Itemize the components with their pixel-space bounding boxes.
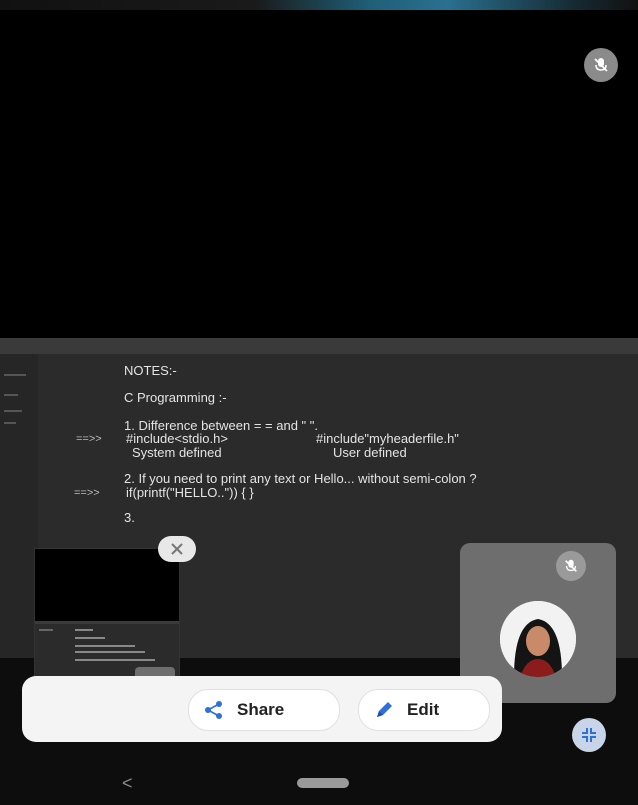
- notes-question-2: 2. If you need to print any text or Hell…: [124, 471, 477, 486]
- notes-answer-2: if(printf("HELLO..")) { }: [126, 485, 254, 500]
- close-icon: [171, 543, 183, 555]
- share-label: Share: [237, 700, 285, 719]
- self-mute-indicator: [556, 551, 586, 581]
- mic-off-icon: [565, 559, 577, 572]
- notes-include-system: #include<stdio.h>: [126, 431, 228, 446]
- close-preview-button[interactable]: [158, 536, 196, 562]
- remote-video-area: [0, 10, 638, 338]
- home-icon[interactable]: [297, 778, 349, 788]
- avatar: [500, 601, 576, 677]
- share-button[interactable]: Share: [188, 689, 340, 731]
- screen-sidebar: [0, 354, 38, 658]
- notes-system-defined: System defined: [132, 445, 222, 460]
- mute-button[interactable]: [584, 48, 618, 82]
- pencil-icon: [377, 702, 392, 717]
- shrink-icon: [582, 728, 596, 742]
- notes-include-user: #include"myheaderfile.h": [316, 431, 459, 446]
- notes-topic: C Programming :-: [124, 390, 227, 405]
- notes-user-defined: User defined: [333, 445, 407, 460]
- back-icon[interactable]: <: [122, 773, 133, 794]
- edit-label: Edit: [407, 700, 440, 719]
- arrow-1: ==>>: [76, 433, 102, 445]
- notes-heading: NOTES:-: [124, 363, 177, 378]
- top-video-strip: [0, 0, 638, 10]
- shrink-screen-button[interactable]: [572, 718, 606, 752]
- edit-button[interactable]: Edit: [358, 689, 490, 731]
- share-icon: [205, 701, 222, 719]
- mic-off-icon: [594, 58, 608, 72]
- arrow-2: ==>>: [74, 487, 100, 499]
- screen-toolbar: [0, 338, 638, 354]
- notes-question-3: 3.: [124, 510, 135, 525]
- screenshot-action-bar: Share Edit: [22, 676, 502, 742]
